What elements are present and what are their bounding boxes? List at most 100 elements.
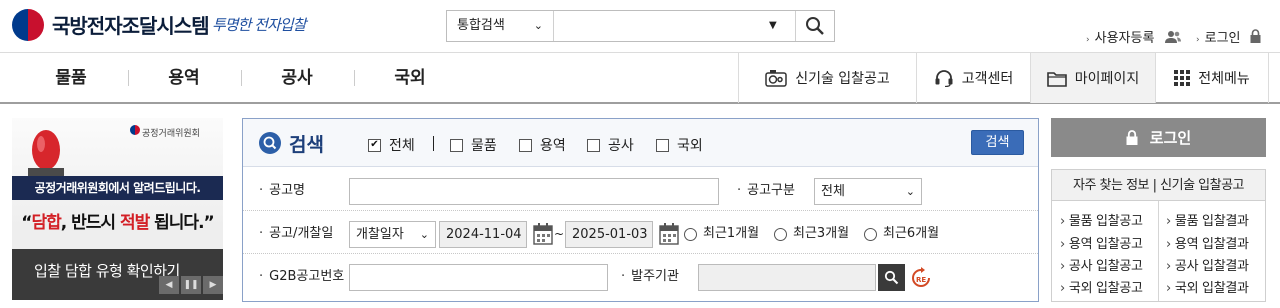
check-divider bbox=[433, 136, 434, 151]
radio-icon[interactable] bbox=[684, 227, 697, 241]
banner-next-icon[interactable]: ▶ bbox=[203, 276, 223, 294]
banner-org-name: 공정거래위원회 bbox=[142, 129, 200, 139]
faq-link-construction-notice[interactable]: 공사 입찰공고 bbox=[1060, 255, 1143, 274]
row-date: 공고/개찰일 개찰일자 ⌄ 2024-11-04 ~ 2025-01-03 최근… bbox=[243, 214, 1038, 254]
ftc-emblem-icon bbox=[130, 125, 140, 135]
quick-mypage[interactable]: 마이페이지 bbox=[1030, 53, 1155, 103]
g2b-label: G2B공고번호 bbox=[259, 257, 344, 297]
checkbox-icon[interactable] bbox=[587, 138, 600, 152]
global-search: 통합검색 ⌄ ▼ bbox=[446, 10, 835, 42]
chevron-down-icon: ⌄ bbox=[905, 185, 915, 198]
site-logo-text[interactable]: 국방전자조달시스템 bbox=[52, 10, 210, 39]
nav-divider bbox=[128, 70, 129, 86]
lock-icon bbox=[1126, 130, 1138, 145]
radio-icon[interactable] bbox=[774, 227, 787, 241]
notice-name-input[interactable] bbox=[349, 178, 719, 205]
grid-menu-icon bbox=[1174, 70, 1191, 86]
users-icon bbox=[1164, 31, 1181, 43]
quick-customer-center-label: 고객센터 bbox=[961, 71, 1014, 87]
search-button[interactable]: 검색 bbox=[971, 130, 1024, 155]
notice-type-select[interactable]: 전체 ⌄ bbox=[814, 178, 922, 205]
search-dropdown-caret-icon[interactable]: ▼ bbox=[769, 11, 777, 41]
nav-item-goods[interactable]: 물품 bbox=[32, 53, 110, 103]
faq-box: 자주 찾는 정보 | 신기술 입찰공고 물품 입찰공고 용역 입찰공고 공사 입… bbox=[1051, 169, 1266, 302]
checkbox-icon[interactable] bbox=[519, 138, 532, 152]
promo-banner[interactable]: 공정거래위원회 공정거래위원회에서 알려드립니다. “담합, 반드시 적발 됩니… bbox=[12, 118, 223, 300]
arrow-right-icon: › bbox=[1196, 35, 1200, 45]
checkbox-checked-icon[interactable]: ✔ bbox=[368, 138, 381, 152]
user-register-link[interactable]: › 사용자등록 bbox=[1086, 27, 1181, 46]
quick-all-menu-label: 전체메뉴 bbox=[1198, 71, 1250, 87]
main-navigation: 물품 용역 공사 국외 신기술 입찰공고 고객센터 마이페이지 전체메뉴 bbox=[0, 52, 1280, 104]
notice-name-label: 공고명 bbox=[259, 171, 305, 211]
faq-link-goods-notice[interactable]: 물품 입찰공고 bbox=[1060, 210, 1143, 229]
nav-item-overseas[interactable]: 국외 bbox=[371, 53, 449, 103]
faq-title[interactable]: 자주 찾는 정보 | 신기술 입찰공고 bbox=[1052, 170, 1265, 201]
global-search-button[interactable] bbox=[795, 11, 834, 41]
sidebar-login-button[interactable]: 로그인 bbox=[1051, 118, 1266, 157]
check-all[interactable]: ✔ 전체 bbox=[368, 135, 415, 155]
check-goods-label: 물품 bbox=[471, 138, 497, 154]
radio-3month[interactable]: 최근3개월 bbox=[774, 214, 849, 254]
agency-search-button[interactable] bbox=[878, 264, 905, 291]
svg-text:RE: RE bbox=[916, 276, 926, 284]
radio-6month[interactable]: 최근6개월 bbox=[864, 214, 939, 254]
date-type-select[interactable]: 개찰일자 ⌄ bbox=[349, 221, 436, 248]
search-panel-header: 검색 ✔ 전체 물품 용역 공사 국외 검색 bbox=[243, 119, 1038, 167]
faq-link-services-notice[interactable]: 용역 입찰공고 bbox=[1060, 233, 1143, 252]
check-goods[interactable]: 물품 bbox=[450, 135, 497, 155]
date-range-tilde: ~ bbox=[554, 227, 565, 241]
reset-icon[interactable]: RE bbox=[910, 267, 932, 289]
agency-label: 발주기관 bbox=[621, 257, 679, 297]
banner-slogan: “담합, 반드시 적발 됩니다.” bbox=[21, 213, 214, 233]
nav-item-services[interactable]: 용역 bbox=[145, 53, 223, 103]
chevron-down-icon: ⌄ bbox=[533, 19, 543, 32]
check-services[interactable]: 용역 bbox=[519, 135, 566, 155]
faq-link-goods-result[interactable]: 물품 입찰결과 bbox=[1166, 210, 1249, 229]
folder-icon bbox=[1046, 71, 1067, 87]
calendar-icon[interactable] bbox=[659, 223, 679, 245]
search-scope-select[interactable]: 통합검색 ⌄ bbox=[447, 11, 554, 41]
date-from-input[interactable]: 2024-11-04 bbox=[439, 221, 527, 248]
search-icon bbox=[806, 17, 824, 35]
banner-prev-icon[interactable]: ◀ bbox=[159, 276, 179, 294]
date-to-input[interactable]: 2025-01-03 bbox=[565, 221, 653, 248]
check-overseas[interactable]: 국외 bbox=[656, 135, 703, 155]
quick-all-menu[interactable]: 전체메뉴 bbox=[1155, 53, 1269, 103]
site-header: 국방전자조달시스템 투명한 전자입찰 통합검색 ⌄ ▼ › 사용자등록 › 로그인 bbox=[0, 0, 1280, 52]
calendar-icon[interactable] bbox=[533, 223, 553, 245]
quick-customer-center[interactable]: 고객센터 bbox=[916, 53, 1030, 103]
g2b-input[interactable] bbox=[349, 264, 608, 291]
notice-type-value: 전체 bbox=[821, 184, 845, 199]
site-slogan: 투명한 전자입찰 bbox=[212, 16, 306, 34]
quick-new-tech-notice[interactable]: 신기술 입찰공고 bbox=[738, 53, 916, 103]
date-label: 공고/개찰일 bbox=[259, 214, 333, 254]
faq-link-construction-result[interactable]: 공사 입찰결과 bbox=[1166, 255, 1249, 274]
check-all-label: 전체 bbox=[389, 138, 415, 154]
banner-slogan-c: 적발 bbox=[119, 213, 150, 233]
faq-column-divider bbox=[1158, 201, 1159, 301]
check-construction[interactable]: 공사 bbox=[587, 135, 634, 155]
login-link[interactable]: › 로그인 bbox=[1196, 27, 1261, 46]
banner-pause-icon[interactable]: ❚❚ bbox=[181, 276, 201, 294]
radio-icon[interactable] bbox=[864, 227, 877, 241]
radio-1month-label: 최근1개월 bbox=[703, 226, 760, 241]
government-emblem-icon[interactable] bbox=[12, 9, 44, 41]
check-construction-label: 공사 bbox=[608, 138, 634, 154]
chevron-down-icon: ⌄ bbox=[419, 228, 429, 241]
global-search-input[interactable] bbox=[554, 11, 794, 41]
checkbox-icon[interactable] bbox=[656, 138, 669, 152]
search-icon bbox=[263, 136, 277, 150]
agency-input[interactable] bbox=[698, 264, 876, 291]
faq-link-overseas-result[interactable]: 국외 입찰결과 bbox=[1166, 277, 1249, 296]
banner-slogan-a: 담합 bbox=[31, 213, 61, 233]
radio-1month[interactable]: 최근1개월 bbox=[684, 214, 759, 254]
checkbox-icon[interactable] bbox=[450, 138, 463, 152]
faq-link-overseas-notice[interactable]: 국외 입찰공고 bbox=[1060, 277, 1143, 296]
banner-slogan-d: 됩니다. bbox=[149, 213, 204, 233]
sidebar-login-label: 로그인 bbox=[1149, 129, 1192, 147]
faq-link-services-result[interactable]: 용역 입찰결과 bbox=[1166, 233, 1249, 252]
search-panel-title: 검색 bbox=[289, 134, 324, 156]
nav-item-construction[interactable]: 공사 bbox=[258, 53, 336, 103]
new-tech-icon bbox=[765, 70, 787, 87]
